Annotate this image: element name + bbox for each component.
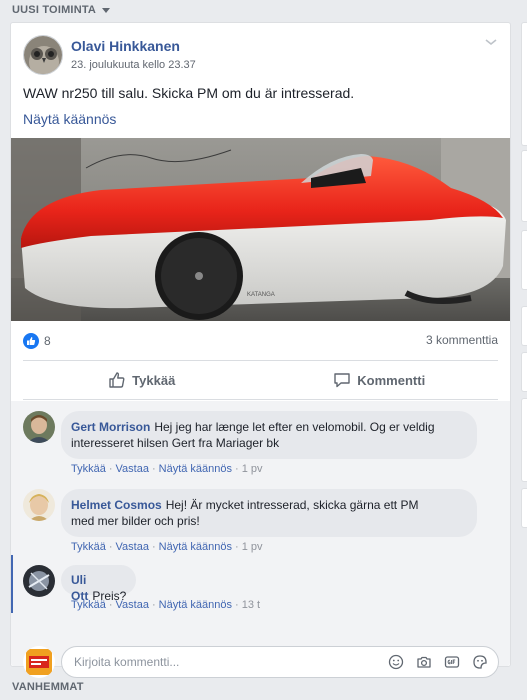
- comment-like-link[interactable]: Tykkää: [71, 541, 106, 553]
- comment-actions: Tykkää · Vastaa · Näytä käännös · 1 pv: [71, 463, 263, 475]
- comment-time[interactable]: 13 t: [242, 599, 260, 611]
- image-brand-mark: KATANGA: [247, 292, 275, 298]
- older-posts-link[interactable]: VANHEMMAT: [12, 681, 84, 693]
- post-timestamp[interactable]: 23. joulukuuta kello 23.37: [71, 59, 196, 71]
- comment-like-link[interactable]: Tykkää: [71, 599, 106, 611]
- comment-translate-link[interactable]: Näytä käännös: [159, 541, 232, 553]
- current-user-avatar[interactable]: [23, 646, 55, 678]
- commenter-avatar[interactable]: [23, 565, 55, 597]
- comment-composer: Kirjoita kommentti...: [23, 646, 499, 678]
- post-text: WAW nr250 till salu. Skicka PM om du är …: [23, 85, 355, 101]
- gif-icon[interactable]: [443, 653, 461, 671]
- comment-reply-link[interactable]: Vastaa: [116, 463, 149, 475]
- chevron-down-icon[interactable]: [484, 37, 498, 47]
- commenter-name[interactable]: Gert Morrison: [71, 420, 150, 434]
- commenter-name[interactable]: Helmet Cosmos: [71, 498, 162, 512]
- comment-bubble: Uli Ott Preis?: [61, 565, 137, 603]
- chevron-down-icon[interactable]: [102, 7, 111, 13]
- reaction-summary[interactable]: 8: [23, 333, 51, 349]
- camera-icon[interactable]: [415, 653, 433, 671]
- translate-link[interactable]: Näytä käännös: [23, 111, 116, 127]
- comment-reply-link[interactable]: Vastaa: [116, 599, 149, 611]
- like-reaction-icon: [23, 333, 39, 349]
- comment-actions: Tykkää · Vastaa · Näytä käännös · 1 pv: [71, 541, 263, 553]
- comment-input-placeholder: Kirjoita kommentti...: [74, 655, 180, 669]
- comment-time[interactable]: 1 pv: [242, 541, 263, 553]
- comment-reply-link[interactable]: Vastaa: [116, 541, 149, 553]
- comment-text-continued: med mer bilder och pris!: [71, 514, 200, 528]
- new-comment-indicator: [11, 555, 13, 613]
- adjacent-card-edge: [521, 352, 527, 392]
- sticker-icon[interactable]: [471, 653, 489, 671]
- comment-text: Hej! Är mycket intresserad, skicka gärna…: [165, 498, 419, 512]
- comment-button[interactable]: Kommentti: [261, 361, 499, 399]
- reaction-count: 8: [44, 334, 51, 348]
- comment-text: Hej jeg har længe let efter en velomobil…: [154, 420, 435, 434]
- comment-bubble: Gert Morrison Hej jeg har længe let efter…: [61, 411, 477, 459]
- comment-button-label: Kommentti: [357, 372, 426, 388]
- comment-actions: Tykkää · Vastaa · Näytä käännös · 13 t: [71, 599, 261, 611]
- thumbs-up-icon: [109, 372, 125, 388]
- post-header: Olavi Hinkkanen 23. joulukuuta kello 23.…: [23, 35, 196, 75]
- adjacent-card-edge: [521, 306, 527, 346]
- comment-time[interactable]: 1 pv: [242, 463, 263, 475]
- comment-bubble-icon: [334, 373, 350, 388]
- adjacent-card-edge: [521, 398, 527, 482]
- feed-section-header[interactable]: UUSI TOIMINTA: [12, 4, 111, 16]
- post-action-bar: Tykkää Kommentti: [23, 360, 498, 400]
- emoji-icon[interactable]: [387, 653, 405, 671]
- adjacent-card-edge: [521, 230, 527, 290]
- author-avatar[interactable]: [23, 35, 63, 75]
- adjacent-card-edge: [521, 22, 527, 146]
- commenter-avatar[interactable]: [23, 411, 55, 443]
- comment-like-link[interactable]: Tykkää: [71, 463, 106, 475]
- commenter-avatar[interactable]: [23, 489, 55, 521]
- section-title: UUSI TOIMINTA: [12, 4, 97, 16]
- post-photo[interactable]: KATANGA: [11, 138, 510, 321]
- author-name[interactable]: Olavi Hinkkanen: [71, 38, 196, 54]
- post-card: Olavi Hinkkanen 23. joulukuuta kello 23.…: [10, 22, 511, 678]
- like-button[interactable]: Tykkää: [23, 361, 261, 399]
- comment-bubble: Helmet Cosmos Hej! Är mycket intresserad,…: [61, 489, 477, 537]
- comment-translate-link[interactable]: Näytä käännös: [159, 599, 232, 611]
- comments-section: Gert Morrison Hej jeg har længe let efter…: [11, 401, 510, 678]
- adjacent-card-edge: [521, 488, 527, 528]
- comment-translate-link[interactable]: Näytä käännös: [159, 463, 232, 475]
- comments-count-link[interactable]: 3 kommenttia: [426, 333, 498, 347]
- adjacent-card-edge: [521, 150, 527, 222]
- comment-text-continued: interesseret hilsen Gert fra Mariager bk: [71, 436, 280, 450]
- like-button-label: Tykkää: [132, 372, 176, 388]
